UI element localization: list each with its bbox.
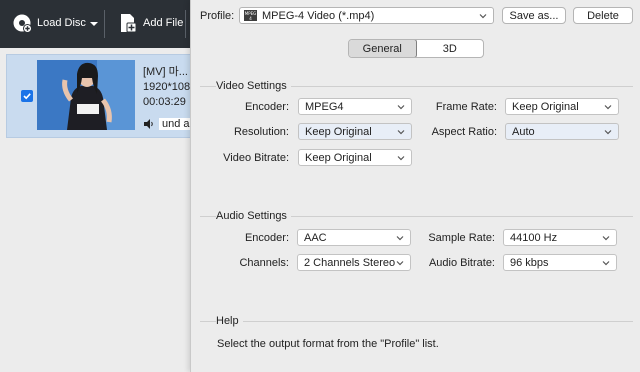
- mpeg-badge-icon: MPEG 4: [244, 10, 257, 21]
- help-text: Select the output format from the "Profi…: [217, 338, 439, 350]
- video-bitrate-select[interactable]: Keep Original: [298, 149, 412, 166]
- file-duration: 00:03:29: [143, 96, 186, 108]
- video-thumbnail: [37, 60, 135, 130]
- frame-rate-label: Frame Rate:: [435, 101, 497, 113]
- audio-bitrate-select[interactable]: 96 kbps: [503, 254, 617, 271]
- audio-bitrate-label: Audio Bitrate:: [428, 257, 495, 269]
- audio-encoder-label: Encoder:: [244, 232, 289, 244]
- chevron-down-icon: [604, 129, 612, 134]
- speaker-icon: [144, 119, 153, 129]
- chevron-down-icon: [397, 129, 405, 134]
- video-settings-title: Video Settings: [216, 80, 291, 92]
- sample-rate-select[interactable]: 44100 Hz: [503, 229, 617, 246]
- chevron-down-icon: [479, 13, 487, 18]
- audio-settings-title: Audio Settings: [216, 210, 291, 222]
- delete-button[interactable]: Delete: [573, 7, 633, 24]
- channels-select[interactable]: 2 Channels Stereo: [297, 254, 411, 271]
- file-metadata: [MV] 마... 1920*108 00:03:29: [143, 65, 190, 110]
- sample-rate-value: 44100 Hz: [510, 231, 558, 244]
- resolution-value: Keep Original: [305, 125, 372, 138]
- help-divider: [200, 321, 633, 322]
- load-disc-button[interactable]: Load Disc: [12, 13, 86, 33]
- load-disc-label: Load Disc: [37, 17, 86, 29]
- frame-rate-select[interactable]: Keep Original: [505, 98, 619, 115]
- toolbar-divider: [104, 10, 105, 38]
- audio-bitrate-value: 96 kbps: [510, 256, 549, 269]
- aspect-ratio-select[interactable]: Auto: [505, 123, 619, 140]
- resolution-select[interactable]: Keep Original: [298, 123, 412, 140]
- audio-encoder-select[interactable]: AAC: [297, 229, 411, 246]
- add-file-button[interactable]: Add File: [118, 13, 183, 33]
- profile-label: Profile:: [200, 10, 235, 22]
- video-bitrate-value: Keep Original: [305, 151, 372, 164]
- profile-select[interactable]: MPEG 4 MPEG-4 Video (*.mp4): [239, 7, 494, 24]
- video-bitrate-label: Video Bitrate:: [223, 152, 289, 164]
- tab-general[interactable]: General: [349, 40, 417, 57]
- chevron-down-icon: [397, 104, 405, 109]
- chevron-down-icon: [396, 235, 404, 240]
- file-list-item[interactable]: [MV] 마... 1920*108 00:03:29 und aac: [6, 54, 205, 138]
- save-as-button[interactable]: Save as...: [502, 7, 566, 24]
- sample-rate-label: Sample Rate:: [428, 232, 495, 244]
- chevron-down-icon: [397, 155, 405, 160]
- chevron-down-icon: [602, 260, 610, 265]
- audio-encoder-value: AAC: [304, 231, 327, 244]
- channels-value: 2 Channels Stereo: [304, 256, 396, 269]
- aspect-ratio-value: Auto: [512, 125, 535, 138]
- add-file-icon: [121, 14, 137, 33]
- add-file-label: Add File: [143, 17, 184, 29]
- file-resolution: 1920*108: [143, 81, 191, 93]
- thumbnail-figure: [37, 60, 135, 130]
- toolbar-divider: [185, 10, 186, 38]
- frame-rate-value: Keep Original: [512, 100, 579, 113]
- chevron-down-icon: [604, 104, 612, 109]
- resolution-label: Resolution:: [233, 126, 289, 138]
- chevron-down-icon: [396, 260, 404, 265]
- video-encoder-label: Encoder:: [244, 101, 289, 113]
- checkbox-checked-icon: [23, 93, 31, 100]
- tab-3d[interactable]: 3D: [417, 40, 484, 57]
- video-encoder-value: MPEG4: [305, 100, 344, 113]
- settings-tabs: General 3D: [348, 39, 484, 58]
- aspect-ratio-label: Aspect Ratio:: [431, 126, 497, 138]
- file-title: [MV] 마...: [143, 66, 188, 78]
- profile-selected-value: MPEG-4 Video (*.mp4): [262, 9, 375, 22]
- video-encoder-select[interactable]: MPEG4: [298, 98, 412, 115]
- file-list: [MV] 마... 1920*108 00:03:29 und aac: [0, 48, 205, 372]
- channels-label: Channels:: [239, 257, 289, 269]
- chevron-down-icon: [602, 235, 610, 240]
- profile-settings-panel: Profile: MPEG 4 MPEG-4 Video (*.mp4) Save…: [190, 0, 640, 372]
- load-disc-icon: [13, 14, 32, 33]
- file-checkbox[interactable]: [21, 90, 33, 102]
- help-title: Help: [216, 315, 243, 327]
- dropdown-caret-icon[interactable]: [89, 17, 99, 31]
- main-toolbar: Load Disc Add File: [0, 0, 200, 48]
